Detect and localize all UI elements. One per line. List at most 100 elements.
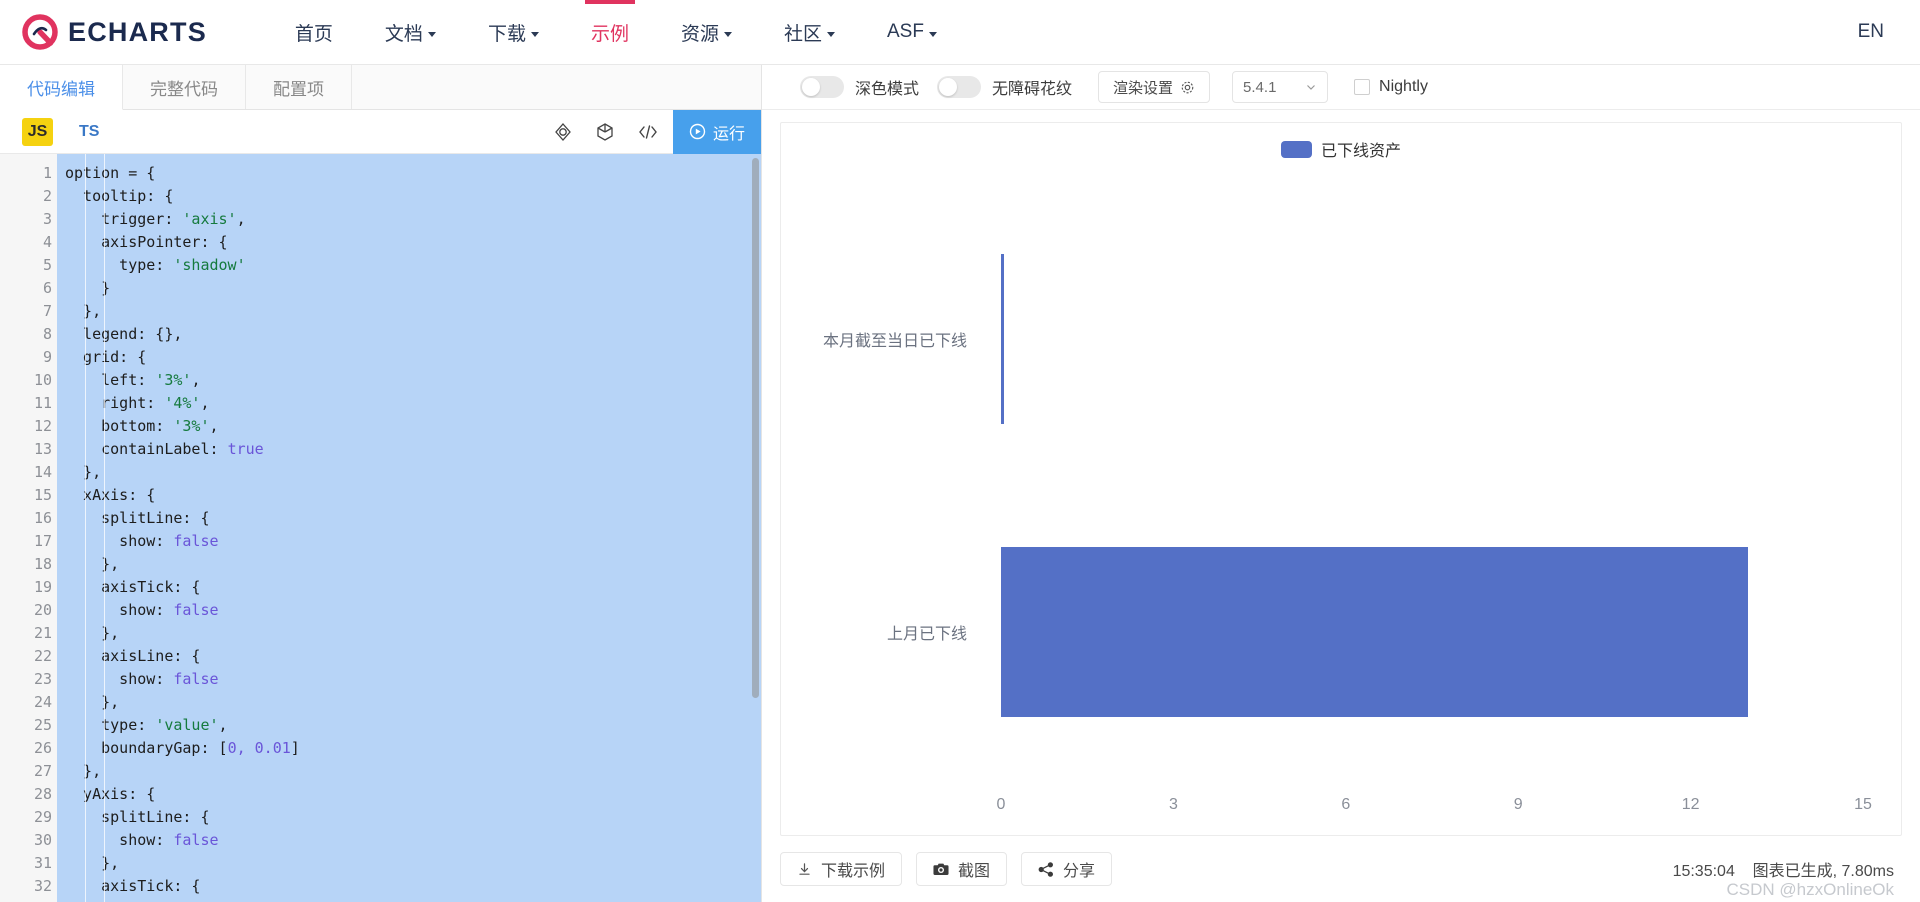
play-icon	[689, 123, 706, 140]
dark-mode-toggle[interactable]	[800, 76, 844, 98]
accessibility-pattern-label: 无障碍花纹	[992, 81, 1073, 98]
code-line[interactable]: show: false	[57, 898, 761, 902]
code-line[interactable]: show: false	[57, 668, 761, 691]
nav-item-label: 文档	[384, 23, 423, 45]
code-line[interactable]: boundaryGap: [0, 0.01]	[57, 737, 761, 760]
line-number: 1▾	[0, 162, 66, 185]
code-line[interactable]: },	[57, 461, 761, 484]
line-number: 28▾	[0, 783, 66, 806]
nav-item-asf[interactable]: ASF	[861, 0, 963, 64]
code-line[interactable]: type: 'shadow'	[57, 254, 761, 277]
line-number: 19▾	[0, 576, 66, 599]
line-number: 24	[33, 693, 52, 711]
code-line[interactable]: containLabel: true	[57, 438, 761, 461]
editor-tab-bar: 代码编辑 完整代码 配置项	[0, 65, 761, 110]
lang-toggle-ts[interactable]: TS	[79, 123, 99, 141]
code-line[interactable]: },	[57, 760, 761, 783]
x-axis-tick-label: 3	[1168, 796, 1178, 813]
accessibility-pattern-toggle[interactable]	[937, 76, 982, 98]
code-line[interactable]: show: false	[57, 829, 761, 852]
screenshot-button[interactable]: 截图	[916, 852, 1008, 886]
preview-pane: 深色模式 无障碍花纹 渲染设置 5.4.1 Nightly 已下线资产 本月截至…	[762, 65, 1920, 902]
preview-footer: 下载示例 截图 分享 15:35:04 图表已生成, 7.80ms CSDN @…	[762, 836, 1920, 902]
chevron-down-icon	[928, 31, 937, 37]
run-button-label: 运行	[712, 125, 745, 143]
line-number: 3	[42, 210, 52, 228]
lang-toggle-js[interactable]: JS	[22, 117, 53, 146]
editor-scrollbar[interactable]	[752, 158, 759, 698]
code-line[interactable]: trigger: 'axis',	[57, 208, 761, 231]
line-number: 32▾	[0, 875, 66, 898]
tab-options[interactable]: 配置项	[246, 65, 352, 109]
code-line[interactable]: },	[57, 622, 761, 645]
code-line[interactable]: legend: {},	[57, 323, 761, 346]
code-line[interactable]: }	[57, 277, 761, 300]
editor-pane: 代码编辑 完整代码 配置项 JS TS 运行 1 2 3 4 5 6 7 8 9…	[0, 65, 762, 902]
code-line[interactable]: axisPointer: {	[57, 231, 761, 254]
line-number-gutter: 1▾2▾ 3 4▾ 5 6 7 8 9▾ 10 11 12 13 14 15▾16▾ 17 18 19▾ 20 21…	[0, 154, 66, 902]
language-switch[interactable]: EN	[1858, 21, 1884, 43]
nav-item-resources[interactable]: 资源	[655, 0, 758, 64]
version-select[interactable]: 5.4.1	[1232, 71, 1329, 103]
code-line[interactable]: show: false	[57, 599, 761, 622]
chevron-down-icon	[427, 31, 436, 37]
line-number: 25	[33, 716, 52, 734]
share-button[interactable]: 分享	[1021, 852, 1113, 886]
code-line[interactable]: grid: {	[57, 346, 761, 369]
editor-toolbar-icons	[553, 122, 673, 142]
status-time: 15:35:04	[1672, 863, 1735, 880]
code-line[interactable]: },	[57, 691, 761, 714]
tab-label: 代码编辑	[27, 79, 95, 99]
code-content[interactable]: option = { tooltip: { trigger: 'axis', a…	[57, 154, 761, 902]
tab-label: 配置项	[273, 79, 324, 99]
code-line[interactable]: },	[57, 553, 761, 576]
code-line[interactable]: option = {	[57, 162, 761, 185]
nav-item-download[interactable]: 下载	[462, 0, 565, 64]
nav-item-community[interactable]: 社区	[758, 0, 861, 64]
run-button[interactable]: 运行	[672, 109, 761, 154]
code-line[interactable]: axisLine: {	[57, 645, 761, 668]
code-line[interactable]: axisTick: {	[57, 576, 761, 599]
top-navbar: ECHARTS 首页 文档 下载 示例 资源 社区 ASF EN	[0, 0, 1920, 65]
code-line[interactable]: axisTick: {	[57, 875, 761, 898]
code-line[interactable]: splitLine: {	[57, 507, 761, 530]
version-value: 5.4.1	[1243, 78, 1277, 96]
tab-code-editor[interactable]: 代码编辑	[0, 65, 123, 110]
nav-item-examples[interactable]: 示例	[565, 0, 655, 64]
share-label: 分享	[1063, 863, 1096, 880]
code-editor[interactable]: 1▾2▾ 3 4▾ 5 6 7 8 9▾ 10 11 12 13 14 15▾16▾ 17 18 19▾ 20 21…	[0, 154, 761, 902]
code-line[interactable]: tooltip: {	[57, 185, 761, 208]
code-line[interactable]: },	[57, 300, 761, 323]
line-number: 33	[0, 898, 57, 902]
code-line[interactable]: left: '3%',	[57, 369, 761, 392]
chart-canvas[interactable]: 已下线资产 本月截至当日已下线 上月已下线 0 3 6 9 12 15	[780, 122, 1902, 836]
line-number: 11	[33, 394, 52, 412]
code-line[interactable]: },	[57, 852, 761, 875]
code-line[interactable]: yAxis: {	[57, 783, 761, 806]
theme-builder-icon[interactable]	[553, 122, 573, 142]
download-example-button[interactable]: 下载示例	[780, 852, 903, 886]
code-line[interactable]: type: 'value',	[57, 714, 761, 737]
x-axis-tick-label: 12	[1681, 796, 1700, 813]
render-settings-button[interactable]: 渲染设置	[1098, 71, 1211, 103]
code-line[interactable]: splitLine: {	[57, 806, 761, 829]
brand-logo-group[interactable]: ECHARTS	[22, 14, 207, 50]
nav-item-docs[interactable]: 文档	[359, 0, 462, 64]
code-line[interactable]: right: '4%',	[57, 392, 761, 415]
render-settings-label: 渲染设置	[1113, 79, 1174, 97]
bar[interactable]	[1001, 546, 1749, 717]
nightly-checkbox[interactable]: Nightly	[1354, 78, 1428, 96]
line-number: 26	[33, 739, 52, 757]
code-line[interactable]: bottom: '3%',	[57, 415, 761, 438]
download-example-label: 下载示例	[821, 863, 886, 880]
x-axis-tick-label: 15	[1854, 796, 1872, 813]
nav-item-label: ASF	[887, 21, 924, 42]
code-brackets-icon[interactable]	[637, 122, 659, 142]
nav-item-home[interactable]: 首页	[269, 0, 359, 64]
code-line[interactable]: xAxis: {	[57, 484, 761, 507]
cube-icon[interactable]	[595, 122, 615, 142]
tab-full-code[interactable]: 完整代码	[123, 65, 246, 109]
code-line[interactable]: show: false	[57, 530, 761, 553]
bar[interactable]	[1001, 254, 1004, 425]
nav-item-label: 资源	[680, 23, 719, 45]
